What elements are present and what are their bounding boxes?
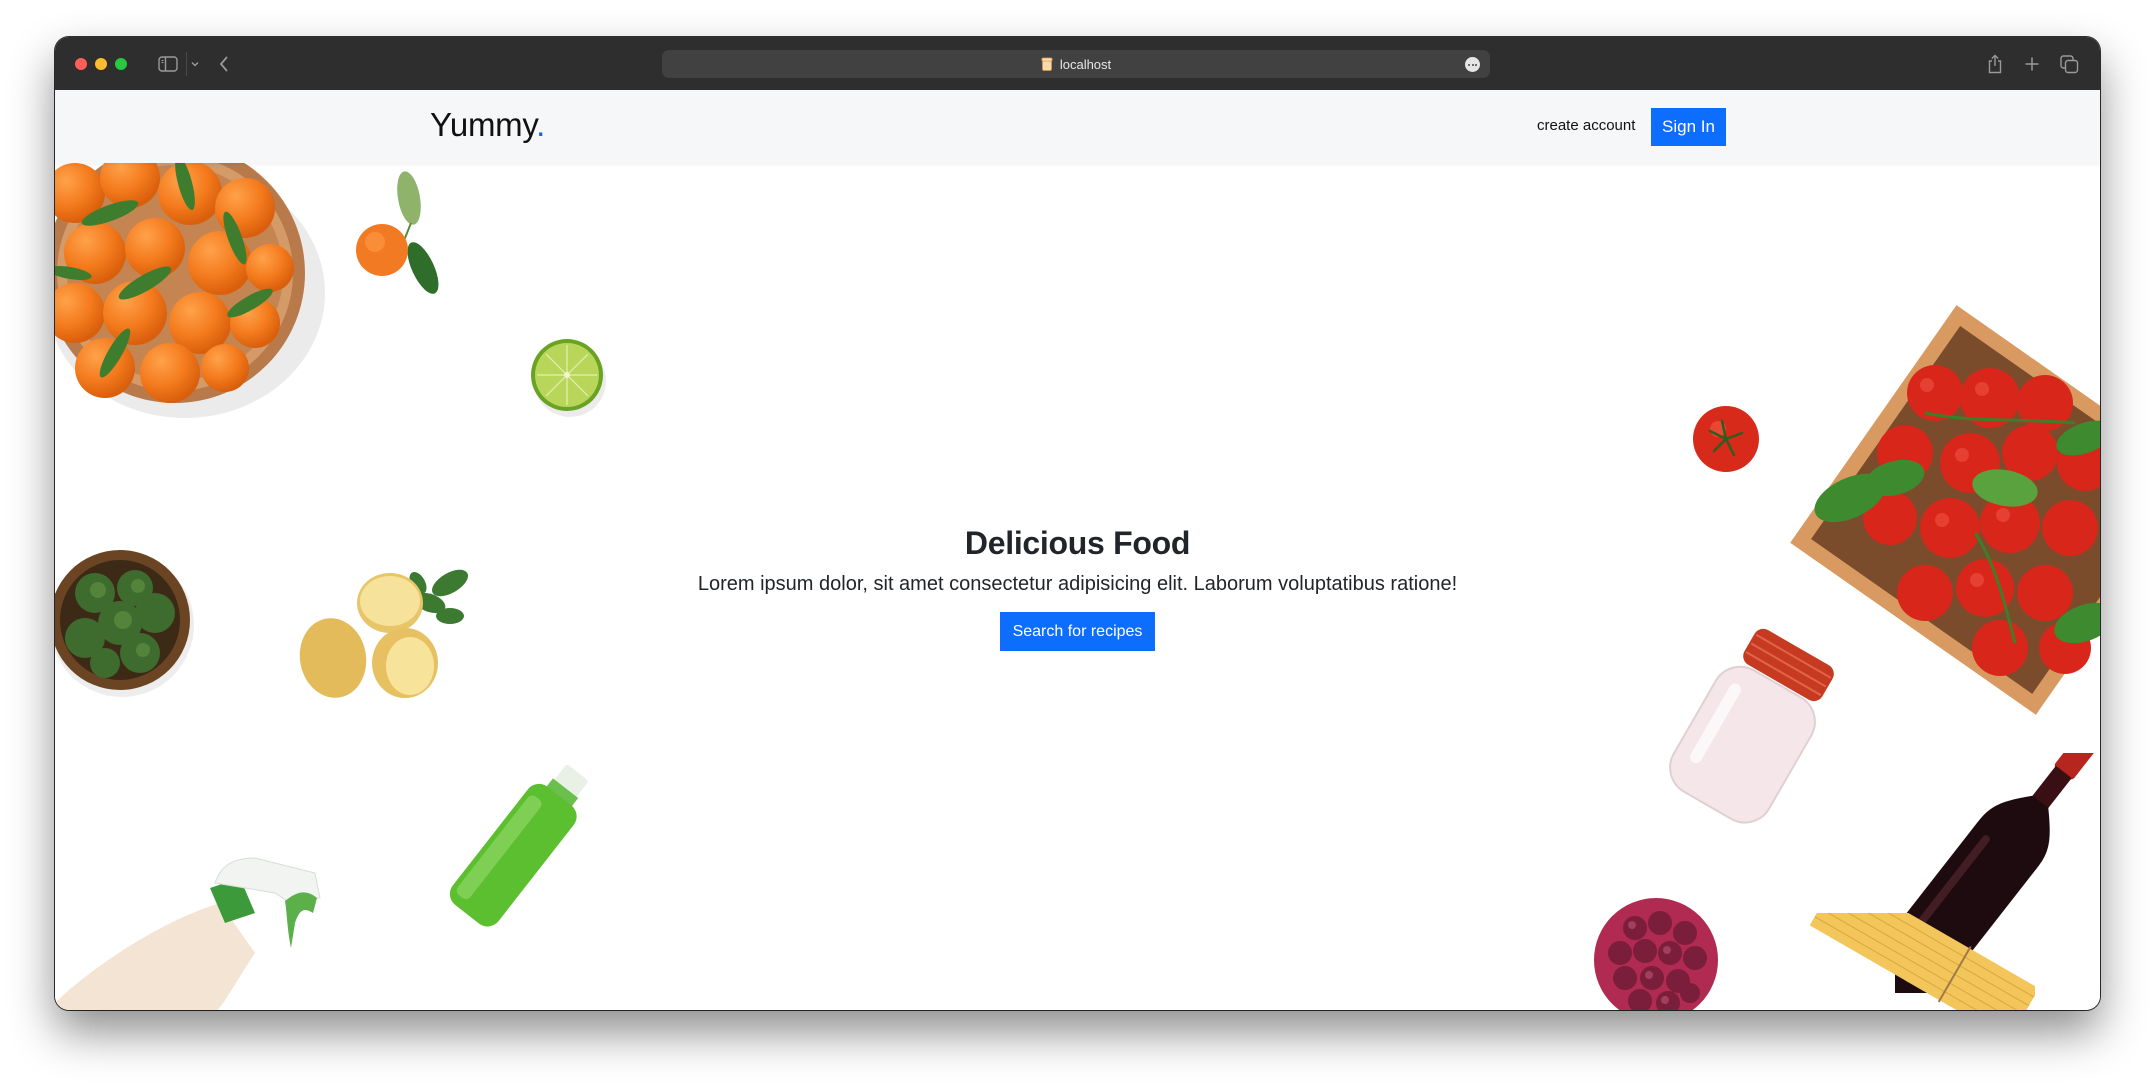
url-text: localhost [1059,56,1112,72]
create-account-link[interactable]: create account [1537,117,1635,134]
address-bar[interactable]: localhost [662,50,1490,78]
toolbar-divider [186,52,187,76]
share-icon[interactable] [1987,51,2003,77]
zoom-window-button[interactable] [115,58,127,70]
hero-content: Delicious Food Lorem ipsum dolor, sit am… [55,525,2100,651]
back-chevron-icon[interactable] [218,51,230,77]
tabs-overview-icon[interactable] [2060,51,2079,77]
lime-half-image [531,339,606,417]
ellipsis-icon[interactable] [1465,57,1480,72]
green-bottle-image [449,765,588,927]
hero-section: Delicious Food Lorem ipsum dolor, sit am… [55,163,2100,1010]
close-window-button[interactable] [75,58,87,70]
hero-title: Delicious Food [964,525,1191,561]
minimize-window-button[interactable] [95,58,107,70]
brand-logo[interactable]: Yummy. [430,106,545,144]
grapes-bowl-image [1594,898,1718,1010]
brand-name: Yummy [430,106,537,143]
site-navbar: Yummy. create account Sign In [55,90,2100,163]
new-tab-plus-icon[interactable] [2024,51,2040,77]
sign-in-button[interactable]: Sign In [1651,108,1726,146]
brand-dot: . [536,106,545,143]
sidebar-icon[interactable] [158,51,178,77]
site-favicon-icon [1041,57,1053,71]
browser-toolbar: localhost [55,37,2100,91]
browser-window: localhost Yummy. create account Sign In [55,37,2100,1010]
spaghetti-image [1809,913,2035,1010]
orange-with-leaves-image [356,171,439,294]
hero-description: Lorem ipsum dolor, sit amet consectetur … [697,573,1458,595]
search-recipes-button[interactable]: Search for recipes [999,612,1156,651]
spray-bottle-image [55,857,321,1010]
chevron-down-icon[interactable] [190,51,200,77]
tomato-image [1693,406,1759,472]
basket-of-oranges-image [55,163,325,418]
